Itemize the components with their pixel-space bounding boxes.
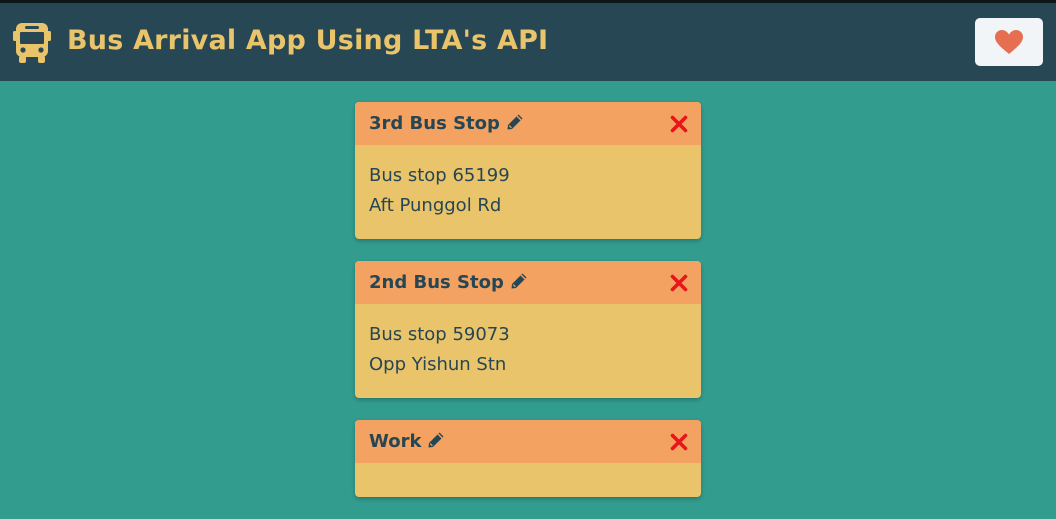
bus-stop-card[interactable]: 2nd Bus Stop Bus stop 59073 Opp Yishun S…	[355, 261, 701, 398]
favorites-button[interactable]	[975, 18, 1043, 66]
bus-stop-code: Bus stop 59073	[369, 324, 510, 345]
bus-stop-code: Bus stop 65199	[369, 165, 510, 186]
card-header: Work	[355, 420, 701, 463]
card-body: Bus stop 65199 Aft Punggol Rd	[355, 145, 701, 239]
close-icon[interactable]	[670, 274, 688, 292]
bus-icon	[12, 22, 52, 64]
card-header: 2nd Bus Stop	[355, 261, 701, 304]
navbar: Bus Arrival App Using LTA's API	[0, 3, 1056, 81]
card-header: 3rd Bus Stop	[355, 102, 701, 145]
card-title: 3rd Bus Stop	[369, 113, 500, 134]
heart-icon	[995, 30, 1023, 54]
bus-stop-list: 3rd Bus Stop Bus stop 65199 Aft Punggol …	[355, 102, 701, 519]
bus-stop-name: Opp Yishun Stn	[369, 354, 507, 375]
card-title: Work	[369, 431, 422, 452]
bus-stop-card[interactable]: 3rd Bus Stop Bus stop 65199 Aft Punggol …	[355, 102, 701, 239]
bus-stop-name: Aft Punggol Rd	[369, 195, 502, 216]
app-title: Bus Arrival App Using LTA's API	[67, 25, 549, 56]
bus-stop-card[interactable]: Work	[355, 420, 701, 497]
card-body: Bus stop 59073 Opp Yishun Stn	[355, 304, 701, 398]
card-title: 2nd Bus Stop	[369, 272, 504, 293]
card-body	[355, 463, 701, 497]
pencil-icon[interactable]	[427, 431, 445, 454]
pencil-icon[interactable]	[506, 113, 524, 136]
close-icon[interactable]	[670, 433, 688, 451]
close-icon[interactable]	[670, 115, 688, 133]
pencil-icon[interactable]	[510, 272, 528, 295]
